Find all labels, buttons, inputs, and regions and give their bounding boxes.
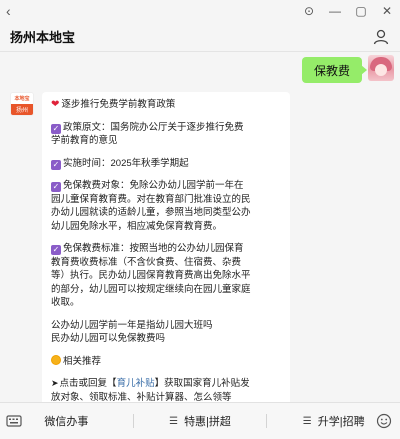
check-icon: ✓ — [51, 159, 61, 170]
heart-icon: ❤ — [51, 99, 60, 110]
bot-avatar-bottom-text: 扬州 — [11, 104, 33, 115]
exemption-standard-line: 教育费收费标准（不含伙食费、住宿费、杂费 — [51, 256, 242, 268]
implementation-time: ✓ 实施时间：2025年秋季学期起 — [51, 157, 281, 171]
exemption-target-line: 幼儿园免除水平，相应减免保育教育费。 — [51, 220, 223, 232]
bot-avatar[interactable]: 本地宝 扬州 — [10, 92, 34, 116]
exemption-standard: ✓ 免保教费标准：按照当地的公办幼儿园保育 教育费收费标准（不含伙食费、住宿费、杂… — [51, 242, 281, 310]
question-link-private[interactable]: 民办幼儿园可以免保教费吗 — [51, 332, 281, 346]
chat-header: 扬州本地宝 — [0, 22, 400, 52]
title-bar: ‹ ⊙ — ▢ ✕ — [0, 0, 400, 22]
exemption-standard-line: 的部分，幼儿园可以按规定继续向在园儿童家庭 — [51, 283, 251, 295]
exemption-standard-line: 收取。 — [51, 297, 80, 308]
implementation-time-text: 实施时间：2025年秋季学期起 — [63, 157, 189, 169]
profile-icon[interactable] — [372, 28, 390, 46]
minimize-icon: — — [329, 4, 341, 18]
related-heading: 相关推荐 — [63, 355, 102, 367]
related-recommendation: 相关推荐 — [51, 354, 281, 369]
bot-avatar-top-text: 本地宝 — [11, 93, 33, 104]
menu-label: 特惠|拼超 — [184, 416, 231, 428]
bottom-menu-bar: 微信办事 ☰ 特惠|拼超 ☰ 升学|招聘 — [0, 402, 400, 439]
exemption-standard-line: 免保教费标准：按照当地的公办幼儿园保育 — [63, 243, 244, 254]
promo-suffix: 】获取国家育儿补贴发 — [154, 378, 250, 389]
check-icon: ✓ — [51, 245, 61, 255]
user-message-bubble[interactable]: 保教费 — [301, 57, 368, 83]
menu-wechat-services[interactable]: 微信办事 — [0, 403, 133, 439]
chat-title: 扬州本地宝 — [10, 30, 76, 45]
maximize-icon: ▢ — [355, 4, 367, 18]
message-title: 逐步推行免费学前教育政策 — [61, 99, 176, 110]
menu-label: 升学|招聘 — [317, 416, 365, 428]
related-questions: 公办幼儿园学前一年是指幼儿园大班吗 民办幼儿园可以免保教费吗 — [51, 319, 281, 346]
close-button[interactable]: ✕ — [374, 0, 400, 22]
exemption-target-line: 办幼儿园就读的适龄儿童，参照当地同类型公办 — [51, 207, 251, 218]
message-title-row: ❤ 逐步推行免费学前教育政策 — [51, 98, 281, 112]
exemption-target-line: 园儿童保育教育费。对在教育部门批准设立的民 — [51, 193, 251, 205]
close-icon: ✕ — [381, 4, 393, 18]
policy-source: ✓ 政策原文：国务院办公厅关于逐步推行免费 学前教育的意见 — [51, 121, 281, 148]
policy-source-line: 政策原文：国务院办公厅关于逐步推行免费 — [63, 121, 244, 133]
bot-message-bubble[interactable]: ❤ 逐步推行免费学前教育政策 ✓ 政策原文：国务院办公厅关于逐步推行免费 学前教育的… — [42, 92, 290, 402]
minimize-button[interactable]: — — [322, 0, 348, 22]
policy-source-line: 学前教育的意见 — [51, 135, 118, 146]
sun-icon — [51, 354, 61, 365]
promo: ➤点击或回复【育儿补贴】获取国家育儿补贴发 放对象、领取标准、补贴计算器、怎么领… — [51, 377, 281, 402]
chat-area[interactable]: 保教费 本地宝 扬州 ❤ 逐步推行免费学前教育政策 ✓ 政策原文：国务院办公厅关于逐… — [0, 52, 400, 402]
emoji-icon[interactable] — [376, 413, 392, 429]
promo-prefix: 点击或回复【 — [59, 378, 117, 389]
question-link-kindergarten[interactable]: 公办幼儿园学前一年是指幼儿园大班吗 — [51, 319, 281, 333]
check-icon: ✓ — [51, 182, 61, 192]
exemption-target-line: 免保教费对象：免除公办幼儿园学前一年在 — [63, 180, 244, 191]
menu-label: 微信办事 — [44, 416, 89, 428]
check-icon: ✓ — [51, 123, 61, 134]
menu-list-icon: ☰ — [302, 415, 312, 427]
menu-list-icon: ☰ — [169, 415, 179, 427]
user-avatar[interactable] — [368, 55, 394, 81]
exemption-standard-line: 等）执行。民办幼儿园保育教育费高出免除水平 — [51, 270, 251, 281]
maximize-button[interactable]: ▢ — [348, 0, 374, 22]
pin-button[interactable]: ⊙ — [296, 0, 322, 22]
promo-line-2: 放对象、领取标准、补贴计算器、怎么领等 — [51, 391, 232, 403]
menu-deals[interactable]: ☰ 特惠|拼超 — [134, 403, 267, 439]
exemption-target: ✓ 免保教费对象：免除公办幼儿园学前一年在 园儿童保育教育费。对在教育部门批准设立… — [51, 179, 281, 233]
childcare-subsidy-link[interactable]: 育儿补贴 — [117, 378, 155, 389]
back-icon[interactable]: ‹ — [6, 4, 11, 18]
pin-icon: ⊙ — [303, 4, 315, 18]
pointer-arrow-icon: ➤ — [51, 378, 59, 388]
